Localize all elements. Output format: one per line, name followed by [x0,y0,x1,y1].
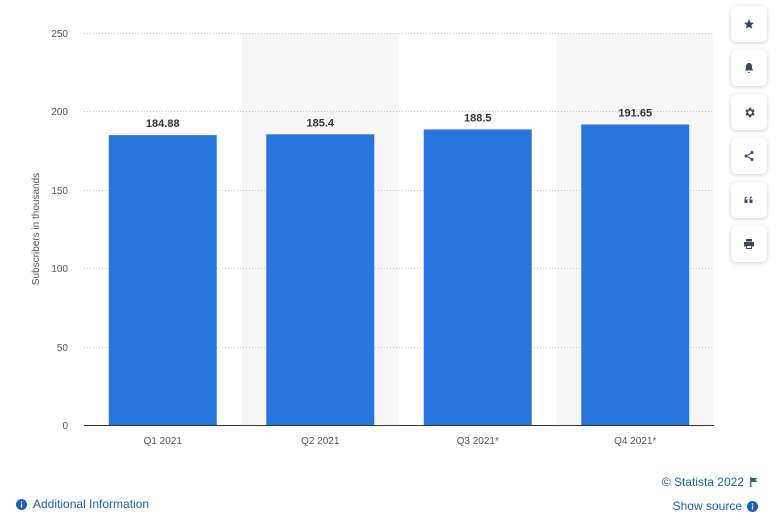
show-source-text: Show source [672,499,742,513]
star-icon [744,19,754,29]
info-icon [16,498,27,510]
y-tick-label: 100 [51,264,68,275]
bar[interactable] [108,135,217,425]
info-icon [747,500,758,512]
y-tick-label: 200 [51,107,68,118]
x-tick-label: Q1 2021 [144,436,183,447]
y-tick-label: 150 [51,186,68,197]
notification-button[interactable] [731,50,767,86]
bar-chart: 184.88 185.4 188.5 191.65 0 50 100 150 200 250 Q… [31,29,714,447]
favorite-button[interactable] [731,6,767,42]
quote-icon [744,196,753,203]
bar[interactable] [423,129,532,425]
bar-value-label: 191.65 [618,107,652,119]
x-tick-label: Q4 2021* [614,436,656,447]
bar-value-label: 188.5 [464,112,492,124]
bell-icon [745,63,753,73]
bar[interactable] [581,124,690,425]
additional-info-link[interactable]: Additional Information [16,497,149,511]
share-button[interactable] [731,138,767,174]
gear-icon [744,107,755,117]
cite-button[interactable] [731,182,767,218]
x-tick-label: Q2 2021 [301,436,340,447]
show-source-link[interactable]: Show source [673,499,758,513]
share-icon [744,151,754,161]
y-axis-title: Subscribers in thousands [31,173,42,285]
y-tick-labels: 0 50 100 150 200 250 [51,29,68,432]
bar-value-label: 184.88 [146,118,180,130]
bar[interactable] [266,134,375,426]
print-button[interactable] [731,226,767,262]
flag-icon [750,477,758,487]
additional-info-text: Additional Information [33,497,150,511]
chart-area: 184.88 185.4 188.5 191.65 0 50 100 150 200 250 Q… [0,0,784,519]
y-tick-label: 0 [62,421,68,432]
x-tick-label: Q3 2021* [457,436,499,447]
y-tick-label: 250 [51,29,68,40]
bar-value-label: 185.4 [306,117,334,129]
print-icon [744,239,754,249]
settings-button[interactable] [731,94,767,130]
copyright-link[interactable]: © Statista 2022 [662,475,758,489]
copyright-text: © Statista 2022 [661,475,744,489]
x-tick-labels: Q1 2021 Q2 2021 Q3 2021* Q4 2021* [144,436,657,447]
y-tick-label: 50 [57,343,69,354]
